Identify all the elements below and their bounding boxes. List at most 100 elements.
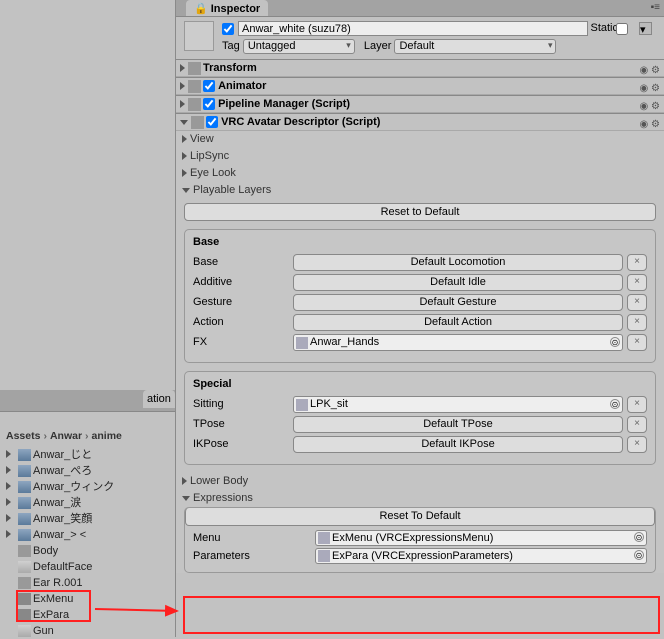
list-item[interactable]: Body	[0, 543, 175, 559]
tag-label: Tag	[222, 40, 240, 52]
section-lowerbody[interactable]: Lower Body	[176, 473, 664, 490]
asset-icon	[18, 529, 31, 541]
component-enable-checkbox[interactable]	[206, 116, 218, 128]
object-picker-icon[interactable]: ⊙	[610, 337, 620, 347]
asset-name: Anwar_笑顔	[33, 513, 92, 525]
clear-button[interactable]: ×	[627, 334, 647, 351]
foldout-icon[interactable]	[6, 482, 11, 490]
section-view[interactable]: View	[176, 131, 664, 148]
component-gear-icon[interactable]: ◉ ⚙	[640, 98, 660, 115]
component-title: Pipeline Manager (Script)	[218, 98, 350, 110]
clear-button[interactable]: ×	[627, 396, 647, 413]
list-item[interactable]: ExMenu	[0, 591, 175, 607]
clear-button[interactable]: ×	[627, 294, 647, 311]
left-tab[interactable]: ation	[143, 390, 175, 408]
params-object-field[interactable]: ExPara (VRCExpressionParameters)⊙	[315, 548, 647, 564]
layer-label: Action	[193, 316, 288, 328]
button-label: Default Gesture	[419, 296, 496, 308]
component-header-avatar[interactable]: VRC Avatar Descriptor (Script)◉ ⚙	[176, 114, 664, 131]
list-item[interactable]: Anwar_じと	[0, 447, 175, 463]
list-item[interactable]: Anwar_笑顔	[0, 511, 175, 527]
foldout-icon[interactable]	[6, 466, 11, 474]
list-item[interactable]: Ear R.001	[0, 575, 175, 591]
component-title: Animator	[218, 80, 266, 92]
layer-button-additive[interactable]: Default Idle	[293, 274, 623, 291]
inspector-tab[interactable]: 🔒Inspector	[186, 0, 268, 16]
expr-row-menu: MenuExMenu (VRCExpressionsMenu)⊙	[185, 530, 655, 548]
section-playable[interactable]: Playable Layers	[176, 182, 664, 199]
component-transform: Transform◉ ⚙	[176, 59, 664, 77]
layer-label: IKPose	[193, 438, 288, 450]
static-checkbox[interactable]	[616, 23, 628, 35]
breadcrumb[interactable]: Assets › Anwar › anime	[0, 430, 175, 446]
sitting-object-field[interactable]: LPK_sit⊙	[293, 396, 623, 413]
foldout-icon[interactable]	[6, 450, 11, 458]
section-lipsync[interactable]: LipSync	[176, 148, 664, 165]
layer-button-gesture[interactable]: Default Gesture	[293, 294, 623, 311]
layer-value: Default	[399, 40, 434, 52]
foldout-icon[interactable]	[6, 498, 11, 506]
component-enable-checkbox[interactable]	[203, 98, 215, 110]
foldout-icon[interactable]	[6, 530, 11, 538]
layer-button-action[interactable]: Default Action	[293, 314, 623, 331]
clear-button[interactable]: ×	[627, 416, 647, 433]
clear-button[interactable]: ×	[627, 274, 647, 291]
menu-object-field[interactable]: ExMenu (VRCExpressionsMenu)⊙	[315, 530, 647, 546]
component-header-transform[interactable]: Transform◉ ⚙	[176, 60, 664, 77]
object-picker-icon[interactable]: ⊙	[610, 399, 620, 409]
static-dropdown[interactable]: ▾	[639, 22, 652, 35]
foldout-icon	[182, 169, 187, 177]
section-eyelook[interactable]: Eye Look	[176, 165, 664, 182]
layer-button-tpose[interactable]: Default TPose	[293, 416, 623, 433]
asset-icon	[18, 545, 31, 557]
panel-menu-icon[interactable]: ▪≡	[647, 0, 664, 15]
crumb-assets[interactable]: Assets	[6, 430, 40, 442]
list-item[interactable]: Anwar_涙	[0, 495, 175, 511]
component-header-animator[interactable]: Animator ◉ ⚙	[176, 78, 664, 95]
clear-button[interactable]: ×	[627, 314, 647, 331]
asset-list[interactable]: Anwar_じと Anwar_ぺろ Anwar_ウィンクAnwar_涙 Anwar_笑…	[0, 447, 175, 639]
list-item[interactable]: Anwar_> <	[0, 527, 175, 543]
foldout-icon[interactable]	[6, 514, 11, 522]
layer-row-fx: FXAnwar_Hands⊙×	[193, 334, 647, 354]
layer-button-ikpose[interactable]: Default IKPose	[293, 436, 623, 453]
asset-name: Anwar_ぺろ	[33, 465, 92, 477]
layer-dropdown[interactable]: Default	[394, 39, 556, 54]
layer-button-base[interactable]: Default Locomotion	[293, 254, 623, 271]
clear-button[interactable]: ×	[627, 436, 647, 453]
component-gear-icon[interactable]: ◉ ⚙	[640, 116, 660, 133]
section-label: Expressions	[193, 492, 253, 504]
left-tabbar: ation	[0, 390, 175, 412]
crumb-anwar[interactable]: Anwar	[50, 430, 82, 442]
lock-icon: 🔒	[194, 3, 208, 15]
section-expressions[interactable]: Expressions	[176, 490, 664, 507]
layer-row-base: BaseDefault Locomotion×	[193, 254, 647, 274]
inspector-panel: 🔒Inspector ▪≡ Static ▾ Tag Untagged Laye…	[175, 0, 664, 637]
layer-label: Gesture	[193, 296, 288, 308]
clear-button[interactable]: ×	[627, 254, 647, 271]
component-enable-checkbox[interactable]	[203, 80, 215, 92]
asset-icon	[18, 513, 31, 525]
reset-expressions-button[interactable]: Reset To Default	[185, 508, 655, 526]
gameobject-name-input[interactable]	[238, 21, 588, 36]
tag-dropdown[interactable]: Untagged	[243, 39, 355, 54]
fx-object-field[interactable]: Anwar_Hands⊙	[293, 334, 623, 351]
list-item[interactable]: Anwar_ウィンク	[0, 479, 175, 495]
list-item[interactable]: Anwar_ぺろ	[0, 463, 175, 479]
component-gear-icon[interactable]: ◉ ⚙	[640, 80, 660, 97]
component-gear-icon[interactable]: ◉ ⚙	[640, 62, 660, 79]
component-header-pipeline[interactable]: Pipeline Manager (Script) ◉ ⚙	[176, 96, 664, 113]
layer-label: TPose	[193, 418, 288, 430]
foldout-icon	[180, 64, 185, 72]
object-picker-icon[interactable]: ⊙	[634, 550, 644, 560]
list-item[interactable]: ExPara	[0, 607, 175, 623]
animator-icon	[188, 80, 201, 93]
object-picker-icon[interactable]: ⊙	[634, 532, 644, 542]
list-item[interactable]: DefaultFace	[0, 559, 175, 575]
reset-playable-button[interactable]: Reset to Default	[184, 203, 656, 221]
crumb-anime[interactable]: anime	[92, 430, 122, 442]
active-checkbox[interactable]	[222, 23, 234, 35]
asset-name: ExMenu	[33, 593, 73, 605]
layer-label: Additive	[193, 276, 288, 288]
section-label: LipSync	[190, 150, 229, 162]
